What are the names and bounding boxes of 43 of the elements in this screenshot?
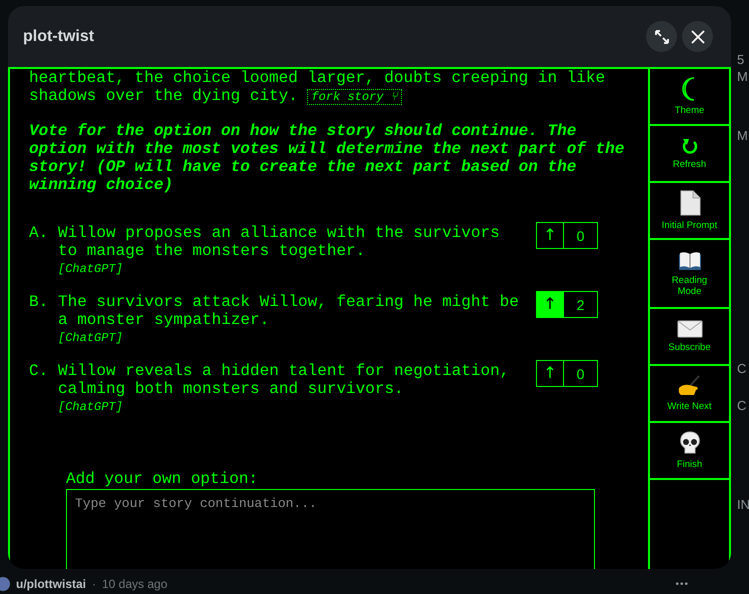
background-text: C <box>737 398 748 413</box>
option-text: Willow reveals a hidden talent for negotiation, calming both monsters and survivors. <box>58 362 510 398</box>
up-arrow-icon <box>546 296 554 308</box>
story-input-field[interactable]: Type your story continuation... <box>66 489 595 569</box>
envelope-icon <box>676 320 702 338</box>
background-text: M <box>737 128 749 143</box>
background-text: C <box>737 361 748 376</box>
story-text: heartbeat, the choice loomed larger, doubts creeping in like shadows over the dying city. fork story ⑂ <box>29 69 606 106</box>
fork-story-link[interactable]: fork story ⑂ <box>307 89 402 105</box>
option-source: [ChatGPT] <box>58 400 123 414</box>
avatar-icon <box>0 577 10 591</box>
upvote-button[interactable] <box>537 292 564 317</box>
option-source: [ChatGPT] <box>58 331 123 345</box>
up-arrow-icon <box>546 366 554 378</box>
option-text: Willow proposes an alliance with the survivors to manage the monsters together. <box>58 224 501 260</box>
vote-count: 0 <box>576 226 586 246</box>
more-button[interactable]: ••• <box>675 578 689 590</box>
writing-hand-icon <box>676 375 702 397</box>
close-icon <box>690 30 704 44</box>
option-letter: C. <box>29 362 50 380</box>
expand-button[interactable] <box>646 21 677 52</box>
book-icon <box>678 250 702 270</box>
option-text: The survivors attack Willow, fearing he might be a monster sympathizer. <box>58 293 520 329</box>
background-text: 5 <box>737 52 746 67</box>
option-source: [ChatGPT] <box>58 262 123 276</box>
document-icon <box>678 190 700 216</box>
up-arrow-icon <box>546 228 554 240</box>
close-button[interactable] <box>682 21 713 52</box>
window-title: plot-twist <box>23 28 96 46</box>
own-option-label: Add your own option: <box>66 470 260 488</box>
vote-count: 0 <box>576 364 586 384</box>
background-text: IN <box>737 497 749 512</box>
refresh-icon <box>682 137 698 155</box>
option-letter: B. <box>29 293 50 311</box>
option-letter: A. <box>29 224 50 242</box>
expand-icon <box>654 30 668 44</box>
vote-count: 2 <box>576 296 586 314</box>
separator-dot: · <box>92 577 96 591</box>
skull-icon <box>678 431 700 455</box>
vote-instructions: Vote for the option on how the story should continue. The option with the most votes will determine the next part of the story! (OP will have to create the next part based on the winning choice) <box>29 122 626 194</box>
post-time: 10 days ago <box>102 577 168 591</box>
background-text: M <box>737 69 749 84</box>
post-author[interactable]: u/plottwistai <box>16 577 86 591</box>
